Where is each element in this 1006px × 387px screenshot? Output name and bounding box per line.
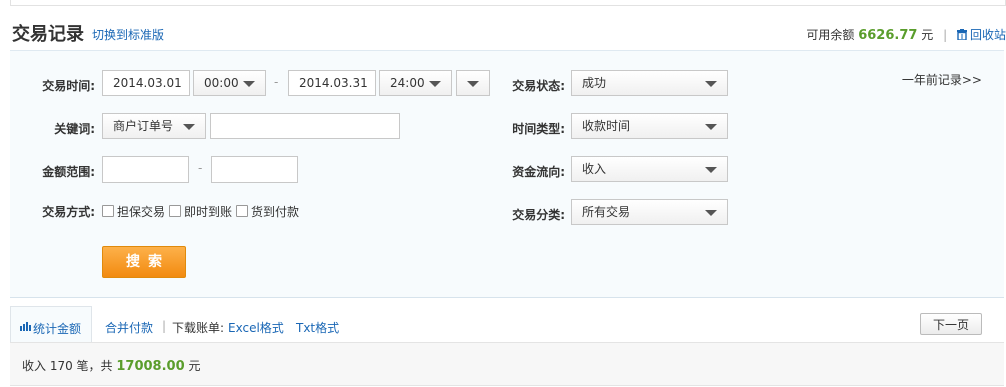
summary-unit: 元 bbox=[188, 359, 201, 373]
summary-text: 收入 170 笔，共 17008.00 元 bbox=[22, 357, 200, 374]
method-cod-label: 货到付款 bbox=[251, 205, 300, 219]
balance-label: 可用余额 bbox=[806, 28, 855, 42]
tab-stats[interactable]: 统计金额 bbox=[10, 306, 92, 342]
keyword-type-select[interactable]: 商户订单号 bbox=[102, 113, 206, 139]
next-page-button[interactable]: 下一页 bbox=[920, 313, 982, 335]
method-escrow-label: 担保交易 bbox=[117, 205, 166, 219]
checkbox-icon bbox=[169, 205, 181, 217]
trade-category-value: 所有交易 bbox=[582, 205, 631, 219]
result-tabs: 统计金额 合并付款 | 下载账单: Excel格式 Txt格式 下一页 bbox=[10, 306, 1004, 342]
download-label: 下载账单: bbox=[172, 321, 225, 335]
time-type-select[interactable]: 收款时间 bbox=[571, 113, 728, 139]
start-time-select[interactable]: 00:00 bbox=[193, 70, 266, 96]
end-time-select[interactable]: 24:00 bbox=[379, 70, 452, 96]
keyword-type-value: 商户订单号 bbox=[113, 119, 174, 133]
amount-range-dash: - bbox=[198, 161, 203, 175]
fund-flow-select[interactable]: 收入 bbox=[571, 156, 728, 182]
older-records-link[interactable]: 一年前记录>> bbox=[902, 71, 982, 88]
chevron-down-icon bbox=[243, 81, 255, 87]
trade-status-select[interactable]: 成功 bbox=[571, 70, 728, 96]
chevron-down-icon bbox=[705, 81, 717, 87]
balance-amount: 6626.77 bbox=[858, 28, 918, 43]
time-type-label: 时间类型: bbox=[512, 122, 565, 136]
checkbox-icon bbox=[102, 205, 114, 217]
checkbox-icon bbox=[236, 205, 248, 217]
summary-prefix: 收入 170 笔，共 bbox=[22, 359, 113, 373]
chevron-down-icon bbox=[429, 81, 441, 87]
fund-flow-label: 资金流向: bbox=[512, 165, 565, 179]
chevron-down-icon bbox=[705, 124, 717, 130]
method-escrow-checkbox[interactable]: 担保交易 bbox=[102, 203, 165, 220]
amount-range-label: 金额范围: bbox=[42, 165, 95, 179]
balance-area: 可用余额 6626.77 元 | 回收站 bbox=[806, 26, 1006, 43]
chevron-down-icon bbox=[705, 167, 717, 173]
chevron-down-icon bbox=[705, 210, 717, 216]
date-range-dash: - bbox=[274, 75, 279, 89]
bar-chart-icon bbox=[20, 322, 31, 331]
summary-amount: 17008.00 bbox=[116, 359, 185, 374]
download-txt-link[interactable]: Txt格式 bbox=[296, 319, 339, 336]
divider: | bbox=[162, 319, 167, 333]
fund-flow-value: 收入 bbox=[582, 162, 607, 176]
tab-stats-label: 统计金额 bbox=[33, 322, 82, 336]
filter-panel: 交易时间: 2014.03.01 00:00 - 2014.03.31 24:0… bbox=[10, 50, 1004, 298]
keyword-label: 关键词: bbox=[54, 122, 95, 136]
start-date-input[interactable]: 2014.03.01 bbox=[102, 70, 190, 96]
page-header: 交易记录 切换到标准版 可用余额 6626.77 元 | 回收站 bbox=[10, 18, 1006, 46]
end-time-value: 24:00 bbox=[390, 76, 425, 90]
trade-category-select[interactable]: 所有交易 bbox=[571, 199, 728, 225]
end-date-input[interactable]: 2014.03.31 bbox=[288, 70, 376, 96]
merge-pay-link[interactable]: 合并付款 bbox=[105, 319, 153, 336]
recycle-bin-label: 回收站 bbox=[969, 28, 1006, 42]
chevron-down-icon bbox=[183, 124, 195, 130]
method-instant-checkbox[interactable]: 即时到账 bbox=[169, 203, 232, 220]
search-button[interactable]: 搜索 bbox=[102, 246, 186, 278]
start-time-value: 00:00 bbox=[204, 76, 239, 90]
top-border bbox=[10, 0, 1006, 6]
trade-category-label: 交易分类: bbox=[512, 208, 565, 222]
method-cod-checkbox[interactable]: 货到付款 bbox=[236, 203, 299, 220]
balance-unit: 元 bbox=[921, 28, 934, 42]
recycle-bin-link[interactable]: 回收站 bbox=[956, 28, 1006, 42]
trade-method-label: 交易方式: bbox=[42, 205, 95, 219]
trade-time-label: 交易时间: bbox=[42, 79, 95, 93]
time-type-value: 收款时间 bbox=[582, 119, 631, 133]
method-instant-label: 即时到账 bbox=[184, 205, 233, 219]
divider: | bbox=[943, 28, 948, 42]
page-title: 交易记录 bbox=[12, 24, 84, 45]
trade-status-label: 交易状态: bbox=[512, 79, 565, 93]
summary-bar: 收入 170 笔，共 17008.00 元 bbox=[10, 342, 1004, 386]
trash-icon bbox=[956, 29, 967, 40]
switch-standard-link[interactable]: 切换到标准版 bbox=[92, 26, 164, 43]
amount-min-input[interactable] bbox=[102, 156, 189, 183]
chevron-down-icon bbox=[467, 81, 479, 87]
download-excel-link[interactable]: Excel格式 bbox=[228, 319, 284, 336]
trade-status-value: 成功 bbox=[582, 76, 607, 90]
keyword-input[interactable] bbox=[210, 113, 400, 139]
amount-max-input[interactable] bbox=[211, 156, 298, 183]
